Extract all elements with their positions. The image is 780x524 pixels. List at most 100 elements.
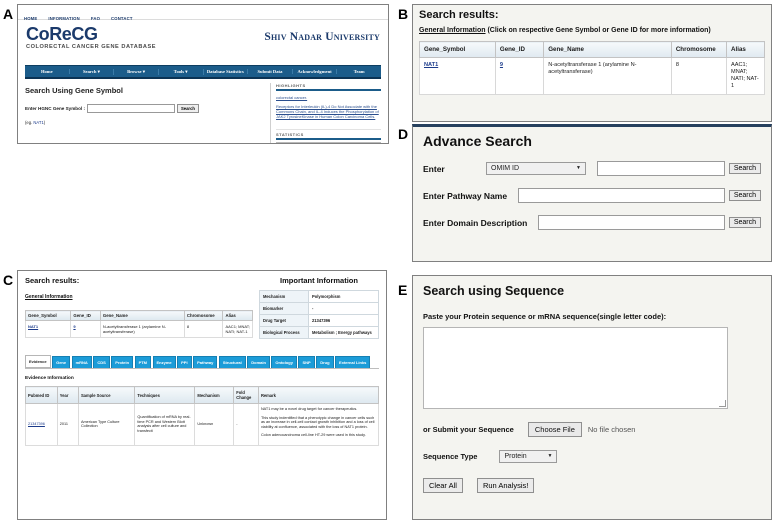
statistics-heading: STATISTICS <box>276 132 381 140</box>
no-file-chosen-text: No file chosen <box>587 425 636 434</box>
c-gene-symbol-link[interactable]: NAT1 <box>28 324 38 329</box>
d-search-button-1[interactable]: Search <box>728 163 761 174</box>
table-row: Mechanism Polymorphism <box>259 290 379 303</box>
c-cell-alias: AAC1; MNAT; NATI; NAT-1 <box>222 320 253 338</box>
menu-item-acknowledgment[interactable]: Acknowledgment <box>293 69 338 74</box>
table-header-row: Gene_Symbol Gene_ID Gene_Name Chromosome… <box>24 310 253 321</box>
e-col-fold-change: Fold Change <box>233 386 259 404</box>
highlight-link-2[interactable]: Receptors for Interleukin (IL)-4 Do Not … <box>276 104 381 119</box>
pathway-name-input[interactable] <box>518 188 725 203</box>
tab-pathway[interactable]: Pathway <box>193 356 218 368</box>
sequence-textarea[interactable] <box>423 327 728 409</box>
menu-item-submit-data[interactable]: Submit Data <box>248 69 293 74</box>
statistics-table: Gene Entries2056 Pubmed Entries2466 PTMs… <box>276 142 382 143</box>
clear-all-button[interactable]: Clear All <box>423 478 463 493</box>
omim-id-input[interactable] <box>597 161 725 176</box>
e-remark-2: This study indentified that a phenotypic… <box>260 415 375 429</box>
chevron-down-icon: ▼ <box>547 453 553 459</box>
e-cell-fold-change: - <box>233 403 259 446</box>
tab-snp[interactable]: SNP <box>298 356 315 368</box>
tab-drug[interactable]: Drug <box>316 356 334 368</box>
c-important-title: Important Information <box>280 276 358 285</box>
c-evidence-table: Pubmed ID Year Sample Source Techniques … <box>25 386 380 446</box>
e-col-pubmed-id: Pubmed ID <box>25 386 58 404</box>
d-search-button-3[interactable]: Search <box>728 217 761 228</box>
panel-label-c: C <box>3 272 14 288</box>
tab-domain[interactable]: Domain <box>247 356 270 368</box>
tab-cds[interactable]: CDS <box>93 356 110 368</box>
tab-ontology[interactable]: Ontology <box>271 356 297 368</box>
b-general-information-link[interactable]: General Information <box>419 27 486 34</box>
b-title: Search results: <box>419 9 499 21</box>
menu-item-team[interactable]: Team <box>337 69 381 74</box>
a-main-menu: Home Search ▾ Browse ▾ Tools ▾ Database … <box>25 65 381 79</box>
domain-description-input[interactable] <box>538 215 725 230</box>
b-subtitle-rest: (Click on respective Gene Symbol or Gene… <box>485 27 711 34</box>
c-title: Search results: <box>25 276 80 285</box>
e-cell-sample-source: American Type Culture Collection <box>77 403 136 446</box>
sequence-type-select[interactable]: Protein ▼ <box>499 450 558 463</box>
d-row-pathway: Enter Pathway Name Search <box>423 188 761 203</box>
panel-e-search-using-sequence: Search using Sequence Paste your Protein… <box>412 275 772 520</box>
table-row: Biomarker - <box>259 302 379 315</box>
a-example-link[interactable]: NAT1 <box>33 120 43 125</box>
e-cell-pubmed-id: 21347396 <box>25 403 58 446</box>
sequence-type-select-value: Protein <box>504 453 527 460</box>
panel-d-advance-search: Advance Search Enter OMIM ID ▼ Search Ent… <box>412 124 772 262</box>
c-general-information-link[interactable]: General Information <box>25 294 73 300</box>
gene-symbol-input[interactable] <box>86 104 175 113</box>
c-cell-chromosome: 8 <box>183 320 224 338</box>
tab-ppi[interactable]: PPI <box>177 356 192 368</box>
e-button-row: Clear All Run Analysis! <box>423 478 761 493</box>
a-search-button[interactable]: Search <box>176 104 199 113</box>
tab-structural[interactable]: Structural <box>218 356 246 368</box>
menu-item-browse[interactable]: Browse ▾ <box>114 68 159 75</box>
c-cell-gene-name: N-acetyltransferase 1 (arylamine N-acety… <box>99 320 185 338</box>
b-gene-id-link[interactable]: 9 <box>500 62 503 68</box>
panel-label-e: E <box>398 282 408 298</box>
c-imp-key-drug-target: Drug Target <box>259 314 309 327</box>
a-page-title: Search Using Gene Symbol <box>25 86 123 95</box>
tab-enzyme[interactable]: Enzyme <box>152 356 176 368</box>
chevron-down-icon: ▼ <box>576 165 581 171</box>
e-remark-1: NAT1 may be a novel drug target for canc… <box>260 407 358 411</box>
omim-type-select[interactable]: OMIM ID ▼ <box>486 162 586 175</box>
b-col-alias: Alias <box>726 41 765 58</box>
menu-item-tools[interactable]: Tools ▾ <box>159 68 204 75</box>
c-col-chromosome: Chromosome <box>183 310 224 321</box>
e-col-techniques: Techniques <box>134 386 196 404</box>
menu-item-database-statistics[interactable]: Database Statistics <box>204 69 249 74</box>
menu-item-search[interactable]: Search ▾ <box>70 68 115 75</box>
university-logo: Shiv Nadar University <box>264 31 380 43</box>
choose-file-button[interactable]: Choose File <box>527 422 582 437</box>
d-enter-label: Enter <box>423 163 445 174</box>
e-col-sample-source: Sample Source <box>77 386 136 404</box>
c-gene-id-link[interactable]: 9 <box>73 324 75 329</box>
a-sidebar: HIGHLIGHTS colorectal cancer. Receptors … <box>270 83 382 143</box>
panel-label-d: D <box>398 126 409 142</box>
tab-protein[interactable]: Protein <box>111 356 134 368</box>
a-top-navigation: HOME INFORMATION FAQ CONTACT <box>18 5 388 21</box>
d-search-button-2[interactable]: Search <box>728 190 761 201</box>
e-cell-remark: NAT1 may be a novel drug target for canc… <box>257 403 380 446</box>
panel-b-search-results: Search results: General Information (Cli… <box>412 4 772 122</box>
menu-item-home[interactable]: Home <box>25 69 70 74</box>
highlight-link-1[interactable]: colorectal cancer. <box>276 95 381 100</box>
b-cell-chromosome: 8 <box>670 57 728 95</box>
tab-external-links[interactable]: External Links <box>335 356 371 368</box>
pubmed-id-link[interactable]: 21347396 <box>28 422 45 426</box>
tab-gene[interactable]: Gene <box>52 356 71 368</box>
tab-mrna[interactable]: mRNA <box>71 356 92 368</box>
c-imp-value-biomarker: - <box>308 302 379 315</box>
table-row: NAT1 9 N-acetyltransferase 1 (arylamine … <box>24 320 253 338</box>
c-imp-value-biological-process: Metabolism ; Energy pathways <box>308 326 379 339</box>
c-cell-gene-id: 9 <box>70 320 101 338</box>
b-gene-symbol-link[interactable]: NAT1 <box>424 62 438 68</box>
run-analysis-button[interactable]: Run Analysis! <box>476 478 535 493</box>
b-cell-alias: AAC1; MNAT; NATI; NAT-1 <box>726 57 765 95</box>
tab-evidence[interactable]: Evidence <box>25 355 51 368</box>
tab-ptm[interactable]: PTM <box>134 356 152 368</box>
c-col-gene-id: Gene_ID <box>70 310 101 321</box>
site-tagline: COLORECTAL CANCER GENE DATABASE <box>26 44 157 50</box>
c-imp-key-biological-process: Biological Process <box>259 326 309 339</box>
